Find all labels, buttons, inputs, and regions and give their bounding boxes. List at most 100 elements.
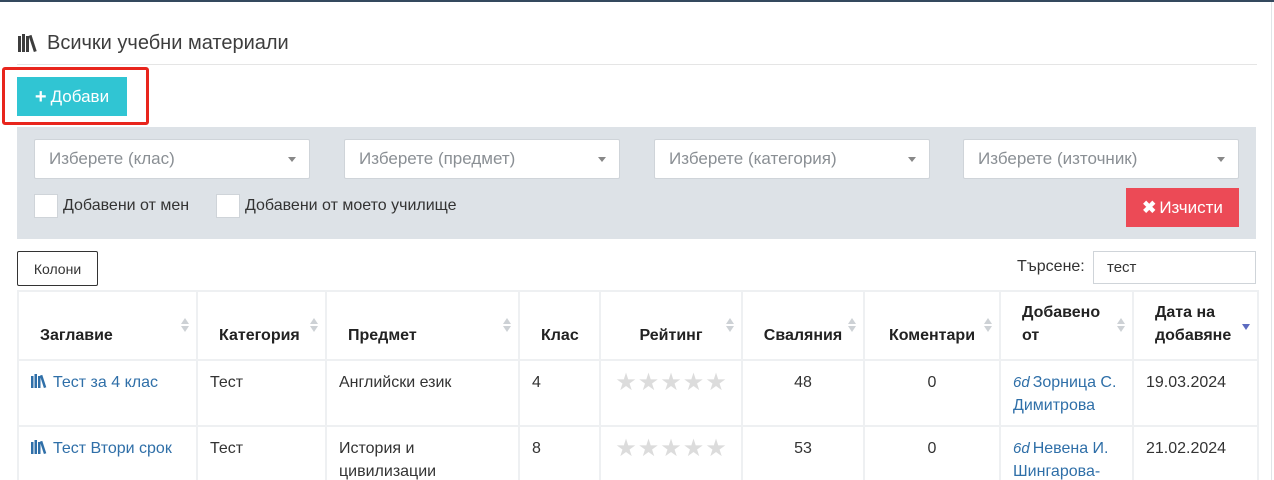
table-header-row: Заглавие Категория Предмет Клас Рейтинг … [17, 290, 1259, 361]
subject-select[interactable]: Изберете (предмет) [344, 139, 620, 179]
source-select[interactable]: Изберете (източник) [963, 139, 1239, 179]
cell-rating: ★ ★ ★ ★ ★ [599, 425, 743, 480]
table-row: Тест Втори срок Тест История и цивилизац… [17, 425, 1259, 480]
star-icon[interactable]: ★ [705, 437, 727, 461]
column-header-comments[interactable]: Коментари [863, 290, 1001, 361]
user-icon: 6d [1013, 374, 1030, 391]
column-header-downloads[interactable]: Сваляния [741, 290, 865, 361]
sort-icon [984, 318, 992, 334]
added-by-school-filter[interactable]: Добавени от моето училище [216, 194, 457, 218]
cell-title[interactable]: Тест за 4 клас [17, 359, 198, 427]
table-row: Тест за 4 клас Тест Английски език 4 ★ ★ ★… [17, 359, 1259, 427]
cell-category: Тест [196, 359, 327, 427]
material-link[interactable]: Тест Втори срок [53, 440, 172, 457]
columns-button[interactable]: Колони [17, 251, 98, 286]
class-select[interactable]: Изберете (клас) [34, 139, 310, 179]
cell-title[interactable]: Тест Втори срок [17, 425, 198, 480]
plus-icon: + [34, 85, 47, 108]
star-icon[interactable]: ★ [638, 437, 660, 461]
books-icon [31, 374, 47, 388]
page-header: Всички учебни материали [17, 28, 289, 58]
column-header-class[interactable]: Клас [518, 290, 601, 361]
source-select-placeholder: Изберете (източник) [978, 149, 1138, 168]
clear-filters-button[interactable]: ✖ Изчисти [1126, 188, 1239, 227]
books-icon [31, 440, 47, 454]
column-header-category-label: Категория [219, 327, 300, 344]
column-header-rating[interactable]: Рейтинг [599, 290, 743, 361]
materials-table: Заглавие Категория Предмет Клас Рейтинг … [17, 290, 1259, 480]
sort-icon [848, 318, 856, 334]
sort-icon [310, 318, 318, 334]
star-icon[interactable]: ★ [615, 371, 637, 395]
column-header-added-by-label: Добавено от [1022, 304, 1101, 344]
cell-rating: ★ ★ ★ ★ ★ [599, 359, 743, 427]
column-header-category[interactable]: Категория [196, 290, 327, 361]
column-header-date-added-label: Дата на добавяне [1155, 304, 1232, 344]
star-icon[interactable]: ★ [615, 437, 637, 461]
right-border [1271, 2, 1272, 480]
column-header-rating-label: Рейтинг [639, 327, 703, 344]
cell-class: 4 [518, 359, 601, 427]
class-select-placeholder: Изберете (клас) [49, 149, 175, 168]
cell-subject: Английски език [325, 359, 520, 427]
cell-subject: История и цивилизации [325, 425, 520, 480]
star-icon[interactable]: ★ [638, 371, 660, 395]
column-header-title[interactable]: Заглавие [17, 290, 198, 361]
column-header-added-by[interactable]: Добавено от [999, 290, 1134, 361]
column-header-downloads-label: Сваляния [763, 327, 843, 344]
cell-downloads: 48 [741, 359, 865, 427]
caret-down-icon [1217, 157, 1225, 162]
caret-down-icon [598, 157, 606, 162]
column-header-title-label: Заглавие [40, 327, 113, 344]
caret-down-icon [908, 157, 916, 162]
star-icon[interactable]: ★ [705, 371, 727, 395]
user-icon: 6d [1013, 440, 1030, 457]
top-border [0, 0, 1274, 2]
column-header-subject-label: Предмет [348, 327, 417, 344]
column-header-comments-label: Коментари [888, 327, 976, 344]
books-icon [18, 34, 37, 53]
cell-date-added: 19.03.2024 [1132, 359, 1259, 427]
cell-downloads: 53 [741, 425, 865, 480]
cell-added-by: 6d Зорница С. Димитрова [999, 359, 1134, 427]
title-divider [17, 64, 1257, 65]
add-button-label: Добави [50, 86, 110, 106]
sort-desc-icon [1242, 318, 1250, 334]
material-link[interactable]: Тест за 4 клас [53, 374, 158, 391]
category-select[interactable]: Изберете (категория) [654, 139, 930, 179]
star-icon[interactable]: ★ [683, 371, 705, 395]
cell-comments: 0 [863, 359, 1001, 427]
column-header-subject[interactable]: Предмет [325, 290, 520, 361]
cell-category: Тест [196, 425, 327, 480]
subject-select-placeholder: Изберете (предмет) [359, 149, 516, 168]
search-input[interactable]: тест [1093, 251, 1256, 284]
search-label: Търсене: [1017, 258, 1085, 275]
caret-down-icon [288, 157, 296, 162]
sort-icon [181, 318, 189, 334]
cell-comments: 0 [863, 425, 1001, 480]
added-by-me-checkbox[interactable] [34, 194, 58, 218]
added-by-me-label: Добавени от мен [63, 197, 190, 214]
rating-stars[interactable]: ★ ★ ★ ★ ★ [615, 437, 727, 461]
star-icon[interactable]: ★ [660, 437, 682, 461]
column-header-date-added[interactable]: Дата на добавяне [1132, 290, 1259, 361]
rating-stars[interactable]: ★ ★ ★ ★ ★ [615, 371, 727, 395]
column-header-class-label: Клас [541, 327, 579, 344]
sort-icon [1117, 318, 1125, 334]
page-title: Всички учебни материали [47, 31, 289, 54]
add-button[interactable]: + Добави [17, 77, 127, 116]
filter-panel: Изберете (клас) Изберете (предмет) Избер… [17, 127, 1256, 239]
added-by-school-checkbox[interactable] [216, 194, 240, 218]
cell-class: 8 [518, 425, 601, 480]
sort-icon [726, 318, 734, 334]
category-select-placeholder: Изберете (категория) [669, 149, 837, 168]
added-by-me-filter[interactable]: Добавени от мен [34, 194, 189, 218]
added-by-school-label: Добавени от моето училище [245, 197, 457, 214]
star-icon[interactable]: ★ [683, 437, 705, 461]
clear-filters-label: Изчисти [1159, 197, 1223, 217]
cell-added-by: 6d Невена И. Шингарова- [999, 425, 1134, 480]
close-icon: ✖ [1142, 197, 1157, 217]
sort-icon [503, 318, 511, 334]
star-icon[interactable]: ★ [660, 371, 682, 395]
cell-date-added: 21.02.2024 [1132, 425, 1259, 480]
